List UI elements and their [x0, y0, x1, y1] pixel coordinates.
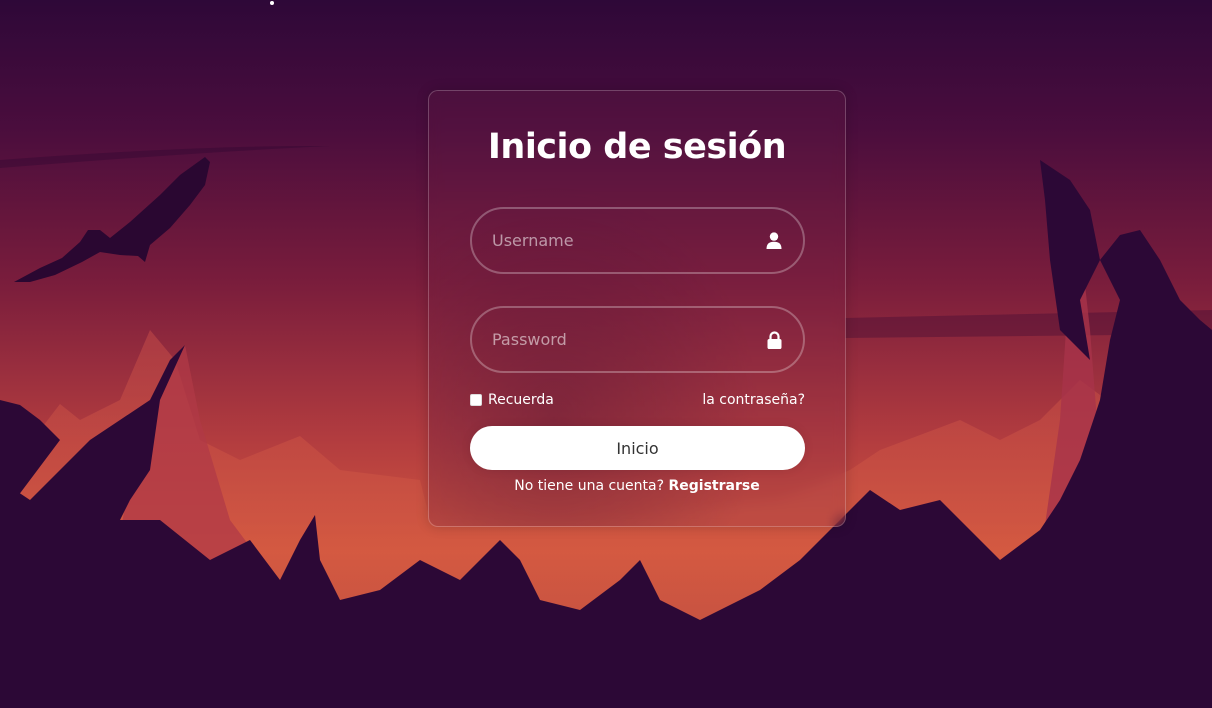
login-submit-button[interactable]: Inicio: [470, 426, 805, 470]
register-prompt-text: No tiene una cuenta?: [514, 478, 665, 494]
password-field-wrapper: [470, 306, 805, 373]
star-decoration: [270, 1, 274, 5]
remember-me-label: Recuerda: [488, 392, 554, 408]
password-input[interactable]: [472, 308, 803, 371]
register-link[interactable]: Registrarse: [668, 478, 759, 494]
login-options-row: Recuerda la contraseña?: [470, 390, 805, 410]
username-field-wrapper: [470, 207, 805, 274]
user-icon: [765, 232, 783, 250]
page-title: Inicio de sesión: [487, 127, 787, 167]
lock-icon: [765, 330, 783, 349]
username-input[interactable]: [472, 209, 803, 272]
remember-me[interactable]: Recuerda: [470, 392, 554, 408]
remember-me-checkbox[interactable]: [470, 394, 482, 406]
bird-silhouette: [14, 157, 210, 282]
register-prompt: No tiene una cuenta? Registrarse: [429, 478, 845, 494]
login-card: Inicio de sesión Recuerda: [428, 90, 846, 527]
cloud-streak: [0, 145, 330, 168]
login-page: Inicio de sesión Recuerda: [0, 0, 1212, 708]
forgot-password-link[interactable]: la contraseña?: [702, 392, 805, 408]
